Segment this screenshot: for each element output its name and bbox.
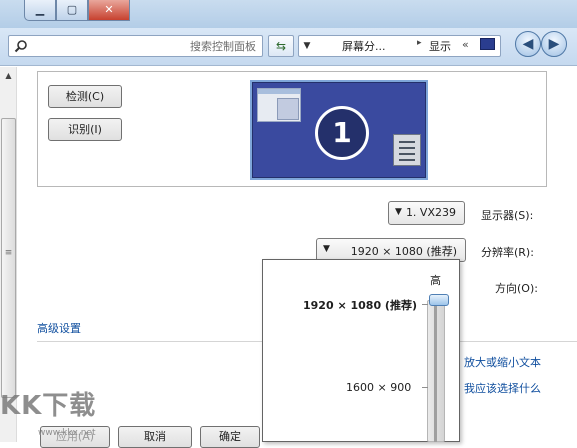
detect-button[interactable]: 检测(C): [48, 85, 122, 108]
chevron-down-icon: ▼: [395, 207, 402, 217]
slider-tick: [422, 387, 428, 388]
breadcrumb-display[interactable]: 显示: [429, 38, 451, 54]
maximize-icon: ▢: [66, 3, 78, 16]
slider-high-label: 高: [430, 274, 441, 287]
display-icon: [480, 38, 495, 50]
resolution-label: 分辨率(R):: [481, 246, 534, 259]
back-button[interactable]: ▶: [541, 31, 567, 57]
identify-button[interactable]: 识别(I): [48, 118, 122, 141]
computer-icon: [393, 134, 421, 166]
orientation-label: 方向(O):: [495, 282, 538, 295]
scroll-grip-icon: ≡: [4, 248, 13, 258]
display-label: 显示器(S):: [481, 209, 534, 222]
display-value: 1. VX239: [405, 206, 456, 219]
close-icon: ✕: [104, 3, 114, 16]
resolution-option-selected[interactable]: 1920 × 1080 (推荐): [303, 297, 417, 313]
watermark-logo: KK下载: [0, 391, 97, 421]
forward-button[interactable]: ◀: [515, 31, 541, 57]
monitor-number-badge: 1: [315, 106, 369, 160]
search-placeholder: 搜索控制面板: [190, 40, 256, 53]
breadcrumb-separator[interactable]: ▸: [417, 38, 422, 48]
scroll-up-icon[interactable]: ▲: [1, 69, 16, 83]
make-text-larger-link[interactable]: 放大或缩小文本: [464, 354, 541, 370]
forward-arrow-icon: ◀: [522, 36, 534, 52]
breadcrumb-screen-resolution[interactable]: 屏幕分...: [342, 38, 386, 54]
back-arrow-icon: ▶: [548, 36, 560, 52]
slider-thumb[interactable]: [429, 294, 449, 306]
refresh-button[interactable]: ⇆: [268, 35, 294, 57]
watermark-url: www.kkx.net: [38, 428, 96, 438]
window-thumbnail-icon: [257, 88, 301, 122]
close-button[interactable]: ✕: [88, 0, 130, 21]
minimize-icon: ▁: [35, 3, 45, 16]
refresh-icon: ⇆: [275, 39, 287, 53]
slider-rail: [434, 304, 437, 442]
advanced-settings-link[interactable]: 高级设置: [37, 320, 81, 336]
slider-tick: [422, 304, 428, 305]
address-bar[interactable]: [298, 35, 501, 57]
chevron-down-icon: ▼: [323, 244, 330, 254]
scrollbar-thumb[interactable]: [1, 118, 16, 398]
resolution-option[interactable]: 1600 × 900: [346, 381, 411, 394]
breadcrumb-overflow[interactable]: «: [462, 38, 469, 51]
minimize-button[interactable]: ▁: [24, 0, 56, 21]
cancel-button[interactable]: 取消: [118, 426, 192, 448]
maximize-button[interactable]: ▢: [56, 0, 88, 21]
resolution-value: 1920 × 1080 (推荐): [350, 245, 457, 258]
address-dropdown-icon[interactable]: ▼: [300, 37, 314, 55]
search-icon: [14, 40, 27, 53]
display-select[interactable]: 1. VX239 ▼: [388, 201, 465, 225]
which-settings-link[interactable]: 我应该选择什么: [464, 380, 541, 396]
ok-button[interactable]: 确定: [200, 426, 260, 448]
